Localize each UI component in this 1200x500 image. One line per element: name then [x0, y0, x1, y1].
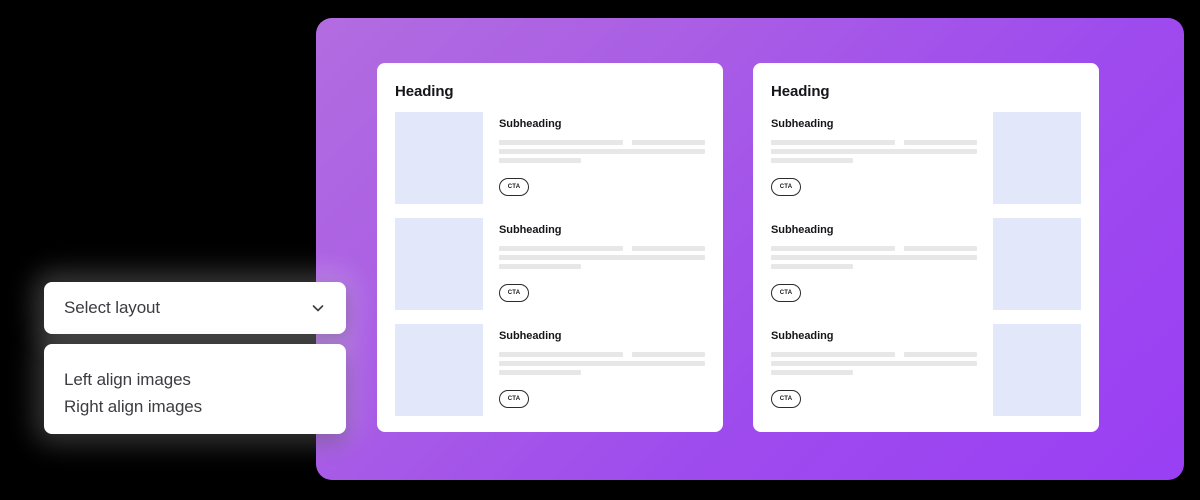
row-image-placeholder	[395, 112, 483, 204]
row-content: Subheading CTA	[771, 112, 977, 196]
skeleton-line	[499, 255, 705, 260]
skeleton-line	[499, 264, 582, 269]
skeleton-line	[771, 264, 854, 269]
skeleton-line	[499, 149, 705, 154]
row-image-placeholder	[395, 324, 483, 416]
layout-preview-cards: Heading Subheading CTA Subheading CTA Su…	[377, 63, 1099, 432]
row-text-placeholder	[771, 352, 977, 375]
skeleton-line	[771, 246, 977, 251]
row-text-placeholder	[499, 140, 705, 163]
card-row: Subheading CTA	[395, 112, 705, 204]
card-row: Subheading CTA	[771, 324, 1081, 416]
card-row-list: Subheading CTA Subheading CTA Subheading…	[395, 112, 705, 416]
row-subheading: Subheading	[499, 118, 562, 130]
row-content: Subheading CTA	[771, 324, 977, 408]
row-subheading: Subheading	[771, 118, 834, 130]
option-left-align-images[interactable]: Left align images	[64, 366, 326, 393]
layout-options-list: Left align images Right align images	[44, 344, 346, 434]
skeleton-line	[771, 149, 977, 154]
chevron-down-icon[interactable]	[310, 300, 326, 316]
card-row: Subheading CTA	[771, 218, 1081, 310]
row-text-placeholder	[499, 246, 705, 269]
row-image-placeholder	[395, 218, 483, 310]
row-text-placeholder	[771, 140, 977, 163]
row-text-placeholder	[771, 246, 977, 269]
card-row: Subheading CTA	[771, 112, 1081, 204]
cta-button[interactable]: CTA	[771, 390, 801, 408]
row-image-placeholder	[993, 324, 1081, 416]
row-content: Subheading CTA	[499, 218, 705, 302]
skeleton-line	[499, 361, 705, 366]
skeleton-line	[771, 140, 977, 145]
skeleton-line	[771, 370, 854, 375]
cta-button[interactable]: CTA	[499, 178, 529, 196]
row-subheading: Subheading	[499, 330, 562, 342]
row-content: Subheading CTA	[499, 324, 705, 408]
cta-button[interactable]: CTA	[499, 390, 529, 408]
row-content: Subheading CTA	[771, 218, 977, 302]
row-image-placeholder	[993, 218, 1081, 310]
preview-card-right-align[interactable]: Heading Subheading CTA Subheading CTA Su…	[753, 63, 1099, 432]
skeleton-line	[771, 255, 977, 260]
select-layout-value: Select layout	[64, 298, 161, 317]
preview-card-left-align[interactable]: Heading Subheading CTA Subheading CTA Su…	[377, 63, 723, 432]
skeleton-line	[771, 158, 854, 163]
option-right-align-images[interactable]: Right align images	[64, 393, 326, 420]
skeleton-line	[499, 352, 705, 357]
row-subheading: Subheading	[499, 224, 562, 236]
select-layout-control[interactable]: Select layout	[44, 282, 346, 334]
skeleton-line	[771, 352, 977, 357]
card-row: Subheading CTA	[395, 218, 705, 310]
layout-selector: Select layout Left align images Right al…	[44, 282, 346, 434]
skeleton-line	[499, 246, 705, 251]
card-heading: Heading	[395, 83, 454, 100]
card-row: Subheading CTA	[395, 324, 705, 416]
row-image-placeholder	[993, 112, 1081, 204]
card-row-list: Subheading CTA Subheading CTA Subheading…	[771, 112, 1081, 416]
skeleton-line	[499, 140, 705, 145]
card-heading: Heading	[771, 83, 830, 100]
row-subheading: Subheading	[771, 224, 834, 236]
cta-button[interactable]: CTA	[771, 284, 801, 302]
row-content: Subheading CTA	[499, 112, 705, 196]
skeleton-line	[499, 370, 582, 375]
row-text-placeholder	[499, 352, 705, 375]
skeleton-line	[771, 361, 977, 366]
skeleton-line	[499, 158, 582, 163]
cta-button[interactable]: CTA	[771, 178, 801, 196]
cta-button[interactable]: CTA	[499, 284, 529, 302]
row-subheading: Subheading	[771, 330, 834, 342]
